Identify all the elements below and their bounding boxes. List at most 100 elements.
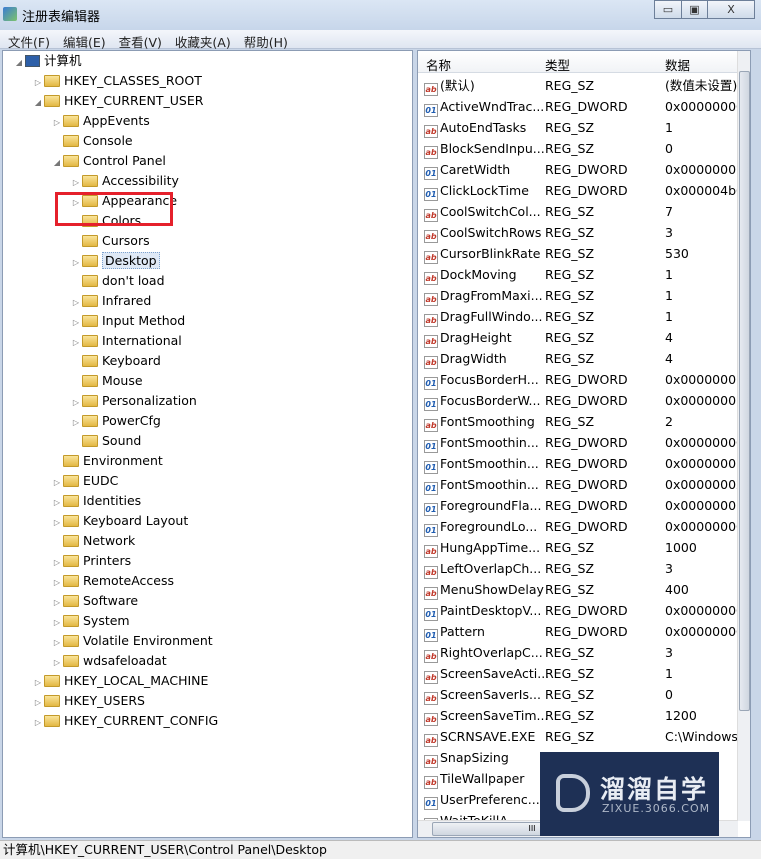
value-row[interactable]: ab (默认) REG_SZ (数值未设置) xyxy=(418,75,738,96)
expand-arrow-icon[interactable]: ▷ xyxy=(51,633,63,653)
menu-item[interactable]: 帮助(H) xyxy=(236,30,293,51)
tree-item[interactable]: Mouse xyxy=(70,371,143,391)
value-row[interactable]: 01 FontSmoothin... REG_DWORD 0x00000002 xyxy=(418,474,744,495)
value-row[interactable]: ab CoolSwitchRows REG_SZ 3 xyxy=(418,222,738,243)
tree-item[interactable]: Environment xyxy=(51,451,163,471)
expand-arrow-icon[interactable]: ▷ xyxy=(70,393,82,413)
expand-arrow-icon[interactable]: ▷ xyxy=(51,573,63,593)
tree-item[interactable]: ▷ wdsafeloadat xyxy=(51,651,167,671)
tree-item[interactable]: ▷ Infrared xyxy=(70,291,151,311)
tree-item[interactable]: ◢ HKEY_CURRENT_USER xyxy=(32,91,204,113)
value-row[interactable]: ab RightOverlapC... REG_SZ 3 xyxy=(418,642,738,663)
tree-item[interactable]: ▷ AppEvents xyxy=(51,111,150,131)
tree-item[interactable]: Cursors xyxy=(70,231,150,251)
expand-arrow-icon[interactable]: ▷ xyxy=(51,593,63,613)
tree-item[interactable]: ▷ Accessibility xyxy=(70,171,179,191)
expand-arrow-icon[interactable]: ▷ xyxy=(32,73,44,93)
expand-arrow-icon[interactable]: ▷ xyxy=(51,553,63,573)
expand-arrow-icon[interactable]: ▷ xyxy=(70,253,82,273)
expand-arrow-icon[interactable]: ▷ xyxy=(51,513,63,533)
value-row[interactable]: ab DockMoving REG_SZ 1 xyxy=(418,264,738,285)
value-row[interactable]: ab MenuShowDelay REG_SZ 400 xyxy=(418,579,738,600)
scroll-thumb[interactable] xyxy=(739,71,750,711)
tree-item[interactable]: ▷ International xyxy=(70,331,182,351)
expand-arrow-icon[interactable]: ▷ xyxy=(51,653,63,673)
value-row[interactable]: ab AutoEndTasks REG_SZ 1 xyxy=(418,117,738,138)
value-row[interactable]: 01 ForegroundLo... REG_DWORD 0x00000000 xyxy=(418,516,744,537)
value-row[interactable]: 01 FontSmoothin... REG_DWORD 0x00000001 xyxy=(418,453,744,474)
value-row[interactable]: ab DragWidth REG_SZ 4 xyxy=(418,348,738,369)
expand-arrow-icon[interactable]: ▷ xyxy=(70,293,82,313)
tree-item[interactable]: don't load xyxy=(70,271,165,291)
column-data[interactable]: 数据 xyxy=(665,55,690,74)
tree-item[interactable]: ▷ Volatile Environment xyxy=(51,631,213,651)
vertical-scrollbar[interactable] xyxy=(737,51,750,821)
value-row[interactable]: ab DragHeight REG_SZ 4 xyxy=(418,327,738,348)
value-row[interactable]: 01 PaintDesktopV... REG_DWORD 0x00000000 xyxy=(418,600,744,621)
value-row[interactable]: ab FontSmoothing REG_SZ 2 xyxy=(418,411,738,432)
expand-arrow-icon[interactable]: ◢ xyxy=(51,153,63,173)
tree-item[interactable]: ▷ Identities xyxy=(51,491,141,511)
menu-item[interactable]: 查看(V) xyxy=(111,30,167,51)
tree-item[interactable]: ▷ PowerCfg xyxy=(70,411,161,431)
value-row[interactable]: ab BlockSendInpu... REG_SZ 0 xyxy=(418,138,738,159)
tree-item[interactable]: ▷ HKEY_CLASSES_ROOT xyxy=(32,71,202,91)
value-row[interactable]: 01 FocusBorderH... REG_DWORD 0x00000001 xyxy=(418,369,744,390)
value-row[interactable]: 01 ActiveWndTrac... REG_DWORD 0x00000000 xyxy=(418,96,744,117)
value-row[interactable]: ab CursorBlinkRate REG_SZ 530 xyxy=(418,243,738,264)
tree-item[interactable]: ◢ Control Panel xyxy=(51,151,166,171)
expand-arrow-icon[interactable]: ▷ xyxy=(51,473,63,493)
value-row[interactable]: 01 ForegroundFla... REG_DWORD 0x00000007 xyxy=(418,495,744,516)
value-row[interactable]: ab ScreenSaveTim... REG_SZ 1200 xyxy=(418,705,738,726)
tree-item[interactable]: ▷ HKEY_LOCAL_MACHINE xyxy=(32,671,209,693)
value-row[interactable]: ab HungAppTime... REG_SZ 1000 xyxy=(418,537,738,558)
column-name[interactable]: 名称 xyxy=(426,55,451,74)
expand-arrow-icon[interactable]: ◢ xyxy=(13,53,25,73)
value-row[interactable]: 01 CaretWidth REG_DWORD 0x00000001 xyxy=(418,159,744,180)
expand-arrow-icon[interactable]: ▷ xyxy=(70,333,82,353)
menu-item[interactable]: 文件(F) xyxy=(0,30,55,51)
tree-item[interactable]: ▷ Personalization xyxy=(70,391,197,411)
tree-item[interactable]: ▷ System xyxy=(51,611,130,631)
value-row[interactable]: ab ScreenSaverIs... REG_SZ 0 xyxy=(418,684,738,705)
tree-item[interactable]: ◢ 计算机 xyxy=(13,51,82,71)
tree-item[interactable]: ▷ EUDC xyxy=(51,471,118,491)
expand-arrow-icon[interactable]: ▷ xyxy=(32,693,44,713)
menu-item[interactable]: 编辑(E) xyxy=(55,30,111,51)
expand-arrow-icon[interactable]: ▷ xyxy=(32,713,44,733)
value-row[interactable]: ab ScreenSaveActi... REG_SZ 1 xyxy=(418,663,738,684)
tree-item[interactable]: ▷ Printers xyxy=(51,551,131,571)
tree-item[interactable]: ▷ Software xyxy=(51,591,138,611)
value-row[interactable]: 01 Pattern REG_DWORD 0x00000000 xyxy=(418,621,744,642)
tree-item[interactable]: ▷ RemoteAccess xyxy=(51,571,174,591)
tree-item[interactable]: Console xyxy=(51,131,133,151)
tree-item[interactable]: ▷ Desktop xyxy=(70,251,160,271)
tree-item[interactable]: Sound xyxy=(70,431,141,451)
menu-item[interactable]: 收藏夹(A) xyxy=(167,30,236,51)
expand-arrow-icon[interactable]: ▷ xyxy=(51,493,63,513)
expand-arrow-icon[interactable]: ▷ xyxy=(32,673,44,693)
maximize-button[interactable]: ▣ xyxy=(681,0,708,19)
tree-item[interactable]: ▷ Keyboard Layout xyxy=(51,511,188,531)
expand-arrow-icon[interactable]: ▷ xyxy=(70,413,82,433)
tree-item[interactable]: ▷ HKEY_USERS xyxy=(32,691,145,711)
value-row[interactable]: 01 FontSmoothin... REG_DWORD 0x00000000 xyxy=(418,432,744,453)
tree-item[interactable]: Keyboard xyxy=(70,351,161,371)
value-row[interactable]: ab DragFromMaxi... REG_SZ 1 xyxy=(418,285,738,306)
minimize-button[interactable]: ▭ xyxy=(654,0,682,19)
value-row[interactable]: ab SCRNSAVE.EXE REG_SZ C:\Windows\ xyxy=(418,726,742,747)
value-row[interactable]: ab LeftOverlapCh... REG_SZ 3 xyxy=(418,558,738,579)
column-type[interactable]: 类型 xyxy=(545,55,570,74)
value-row[interactable]: 01 ClickLockTime REG_DWORD 0x000004b0 xyxy=(418,180,744,201)
expand-arrow-icon[interactable]: ▷ xyxy=(70,173,82,193)
close-button[interactable]: X xyxy=(707,0,755,19)
tree-item[interactable]: ▷ Input Method xyxy=(70,311,185,331)
value-row[interactable]: 01 FocusBorderW... REG_DWORD 0x00000001 xyxy=(418,390,744,411)
tree-item[interactable]: Network xyxy=(51,531,135,551)
expand-arrow-icon[interactable]: ◢ xyxy=(32,93,44,113)
expand-arrow-icon[interactable]: ▷ xyxy=(51,613,63,633)
tree-item[interactable]: ▷ HKEY_CURRENT_CONFIG xyxy=(32,711,218,731)
value-row[interactable]: ab DragFullWindo... REG_SZ 1 xyxy=(418,306,738,327)
expand-arrow-icon[interactable]: ▷ xyxy=(51,113,63,133)
expand-arrow-icon[interactable]: ▷ xyxy=(70,313,82,333)
